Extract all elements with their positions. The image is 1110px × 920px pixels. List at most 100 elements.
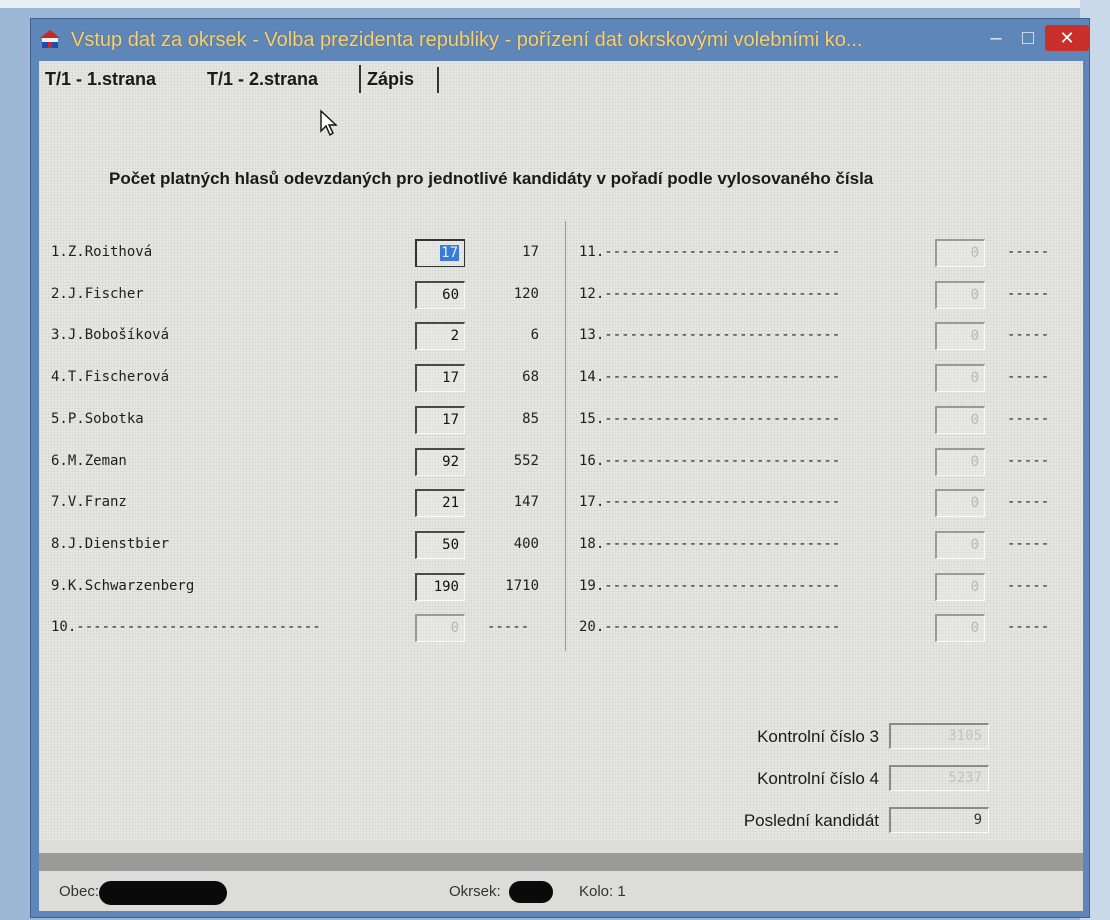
candidate-name: 3.J.Bobošíková (51, 327, 170, 343)
candidate-name: 10.----------------------------- (51, 619, 321, 635)
votes-product: 120 (513, 286, 539, 302)
votes-input[interactable]: 0 (935, 406, 985, 434)
tab-zapis[interactable]: Zápis (359, 65, 414, 93)
votes-input[interactable]: 2 (415, 322, 465, 350)
window-title: Vstup dat za okrsek - Volba prezidenta r… (71, 29, 863, 51)
votes-input[interactable]: 0 (415, 614, 465, 642)
votes-value: 60 (442, 287, 459, 303)
kolo-label: Kolo: 1 (579, 883, 626, 900)
minimize-button[interactable]: – (981, 25, 1011, 51)
votes-input[interactable]: 17 (415, 239, 465, 267)
votes-input[interactable]: 0 (935, 614, 985, 642)
obec-label: Obec: (59, 883, 100, 900)
candidate-name: 18.---------------------------- (579, 536, 841, 552)
kontrolni-cislo-3-field: 3105 (889, 723, 989, 749)
votes-input[interactable]: 92 (415, 448, 465, 476)
votes-product: ----- (1007, 286, 1050, 302)
votes-product: 1710 (505, 578, 539, 594)
redacted-obec (99, 881, 227, 905)
progress-strip (39, 853, 1083, 871)
votes-input[interactable]: 60 (415, 281, 465, 309)
votes-value: 21 (442, 495, 459, 511)
votes-value: 17 (442, 370, 459, 386)
votes-product: 6 (530, 327, 539, 343)
votes-product: ----- (1007, 536, 1050, 552)
votes-input[interactable]: 17 (415, 406, 465, 434)
form-area: T/1 - 1.strana T/1 - 2.strana Zápis Poče… (39, 61, 1083, 841)
votes-value: 0 (970, 370, 979, 386)
votes-value: 0 (970, 495, 979, 511)
candidate-name: 8.J.Dienstbier (51, 536, 170, 552)
main-window: Vstup dat za okrsek - Volba prezidenta r… (30, 18, 1090, 918)
app-icon (40, 30, 60, 48)
votes-input[interactable]: 50 (415, 531, 465, 559)
section-heading: Počet platných hlasů odevzdaných pro jed… (109, 169, 874, 188)
okrsek-label: Okrsek: (449, 883, 501, 900)
posledni-kandidat-label: Poslední kandidát (743, 811, 879, 830)
candidate-name: 4.T.Fischerová (51, 369, 170, 385)
votes-product: ----- (1007, 578, 1050, 594)
kontrolni-cislo-3-label: Kontrolní číslo 3 (757, 727, 879, 746)
votes-value: 17 (442, 412, 459, 428)
votes-value: 0 (970, 537, 979, 553)
candidate-name: 13.---------------------------- (579, 327, 841, 343)
votes-value: 0 (970, 287, 979, 303)
votes-input[interactable]: 0 (935, 489, 985, 517)
desktop-edge (0, 0, 1110, 8)
votes-input[interactable]: 0 (935, 364, 985, 392)
candidate-name: 16.---------------------------- (579, 453, 841, 469)
candidate-name: 15.---------------------------- (579, 411, 841, 427)
votes-product: 85 (522, 411, 539, 427)
votes-value: 190 (433, 579, 459, 595)
votes-product: 147 (513, 494, 539, 510)
votes-input[interactable]: 0 (935, 531, 985, 559)
votes-value: 17 (440, 245, 459, 261)
candidate-name: 20.---------------------------- (579, 619, 841, 635)
votes-input[interactable]: 0 (935, 239, 985, 267)
kontrolni-cislo-4-field: 5237 (889, 765, 989, 791)
votes-value: 0 (450, 620, 459, 636)
candidate-name: 2.J.Fischer (51, 286, 144, 302)
candidate-name: 14.---------------------------- (579, 369, 841, 385)
votes-input[interactable]: 0 (935, 573, 985, 601)
candidate-name: 5.P.Sobotka (51, 411, 144, 427)
candidate-name: 17.---------------------------- (579, 494, 841, 510)
column-divider (565, 221, 566, 651)
title-bar[interactable]: Vstup dat za okrsek - Volba prezidenta r… (31, 19, 1089, 61)
votes-input[interactable]: 190 (415, 573, 465, 601)
votes-product: ----- (1007, 369, 1050, 385)
candidate-name: 7.V.Franz (51, 494, 127, 510)
votes-value: 0 (970, 328, 979, 344)
candidate-name: 19.---------------------------- (579, 578, 841, 594)
votes-product: 552 (513, 453, 539, 469)
votes-input[interactable]: 0 (935, 448, 985, 476)
votes-input[interactable]: 0 (935, 281, 985, 309)
votes-value: 92 (442, 454, 459, 470)
votes-input[interactable]: 0 (935, 322, 985, 350)
votes-value: 50 (442, 537, 459, 553)
candidate-name: 1.Z.Roithová (51, 244, 153, 260)
candidate-name: 9.K.Schwarzenberg (51, 578, 195, 594)
votes-product: ----- (1007, 327, 1050, 343)
votes-product: 400 (513, 536, 539, 552)
votes-input[interactable]: 17 (415, 364, 465, 392)
votes-input[interactable]: 21 (415, 489, 465, 517)
maximize-button[interactable]: □ (1013, 25, 1043, 51)
kontrolni-cislo-4-label: Kontrolní číslo 4 (757, 769, 879, 788)
votes-value: 0 (970, 579, 979, 595)
tab-strana-1[interactable]: T/1 - 1.strana (45, 65, 156, 93)
tab-strana-2[interactable]: T/1 - 2.strana (207, 65, 318, 93)
candidate-name: 6.M.Zeman (51, 453, 127, 469)
votes-value: 0 (970, 620, 979, 636)
candidate-name: 12.---------------------------- (579, 286, 841, 302)
votes-product: ----- (1007, 494, 1050, 510)
close-button[interactable]: ✕ (1045, 25, 1089, 51)
mouse-cursor-icon (320, 109, 338, 137)
votes-value: 0 (970, 412, 979, 428)
votes-value: 0 (970, 454, 979, 470)
votes-product: ----- (1007, 411, 1050, 427)
votes-product: ----- (487, 619, 530, 635)
votes-product: 17 (522, 244, 539, 260)
status-area: Obec: Okrsek: Kolo: 1 (39, 841, 1083, 911)
status-bar: Obec: Okrsek: Kolo: 1 (39, 875, 1083, 909)
